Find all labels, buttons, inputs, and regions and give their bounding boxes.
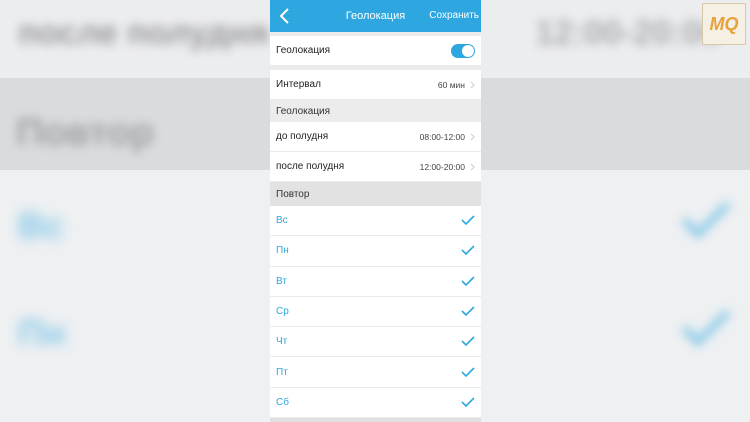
bg-blur-value: 12:00-20:00 [535,14,721,52]
check-icon [461,367,475,377]
check-icon [461,306,475,317]
day-row-sun[interactable]: Вс [270,206,481,237]
check-icon [461,397,475,408]
interval-row[interactable]: Интервал 60 мин [270,70,481,100]
watermark-logo: MQ [702,3,746,45]
day-row-sat[interactable]: Сб [270,387,481,419]
bg-blur-day-1: Вс [18,205,65,246]
day-label: Чт [276,336,288,348]
geolocation-section-header: Геолокация [270,100,481,122]
interval-value: 60 мин [437,79,465,90]
day-label: Ср [276,306,289,318]
geolocation-toggle-switch[interactable] [451,43,475,58]
day-row-fri[interactable]: Пт [270,357,481,388]
day-label: Пт [276,366,288,378]
schedule-label: до полудня [276,131,329,142]
check-icon [461,276,475,286]
day-row-wed[interactable]: Ср [270,296,481,328]
day-label: Вс [276,215,288,227]
schedule-value: 08:00-12:00 [419,131,465,142]
geolocation-toggle-label: Геолокация [276,45,331,56]
geolocation-toggle-row: Геолокация [270,36,481,66]
bg-blur-day-2: Пн [18,312,66,353]
chevron-right-icon [470,81,475,89]
day-label: Сб [276,396,289,408]
day-label: Вт [276,275,287,287]
chevron-right-icon [470,133,475,141]
day-row-tue[interactable]: Вт [270,266,481,297]
bg-blur-label: после полудня [18,14,269,52]
bottom-footer [270,418,481,422]
schedule-value: 12:00-20:00 [419,161,465,172]
navbar: Геолокация Сохранить [270,0,481,32]
schedule-row-morning[interactable]: до полудня 08:00-12:00 [270,122,481,152]
schedule-row-afternoon[interactable]: после полудня 12:00-20:00 [270,152,481,182]
day-row-mon[interactable]: Пн [270,236,481,267]
schedule-label: после полудня [276,161,345,172]
chevron-right-icon [470,163,475,171]
phone-screen: Геолокация Сохранить Геолокация Интервал… [270,0,481,422]
bg-blur-section: Повтор [16,112,154,154]
bg-check-icon [681,201,731,239]
repeat-section-header: Повтор [270,182,481,206]
bg-check-icon [681,309,731,347]
check-icon [461,336,475,347]
day-label: Пн [276,245,289,257]
check-icon [461,245,475,256]
toggle-knob [462,44,474,57]
save-button[interactable]: Сохранить [429,10,479,21]
interval-label: Интервал [276,79,321,90]
day-row-thu[interactable]: Чт [270,327,481,358]
check-icon [461,215,475,226]
